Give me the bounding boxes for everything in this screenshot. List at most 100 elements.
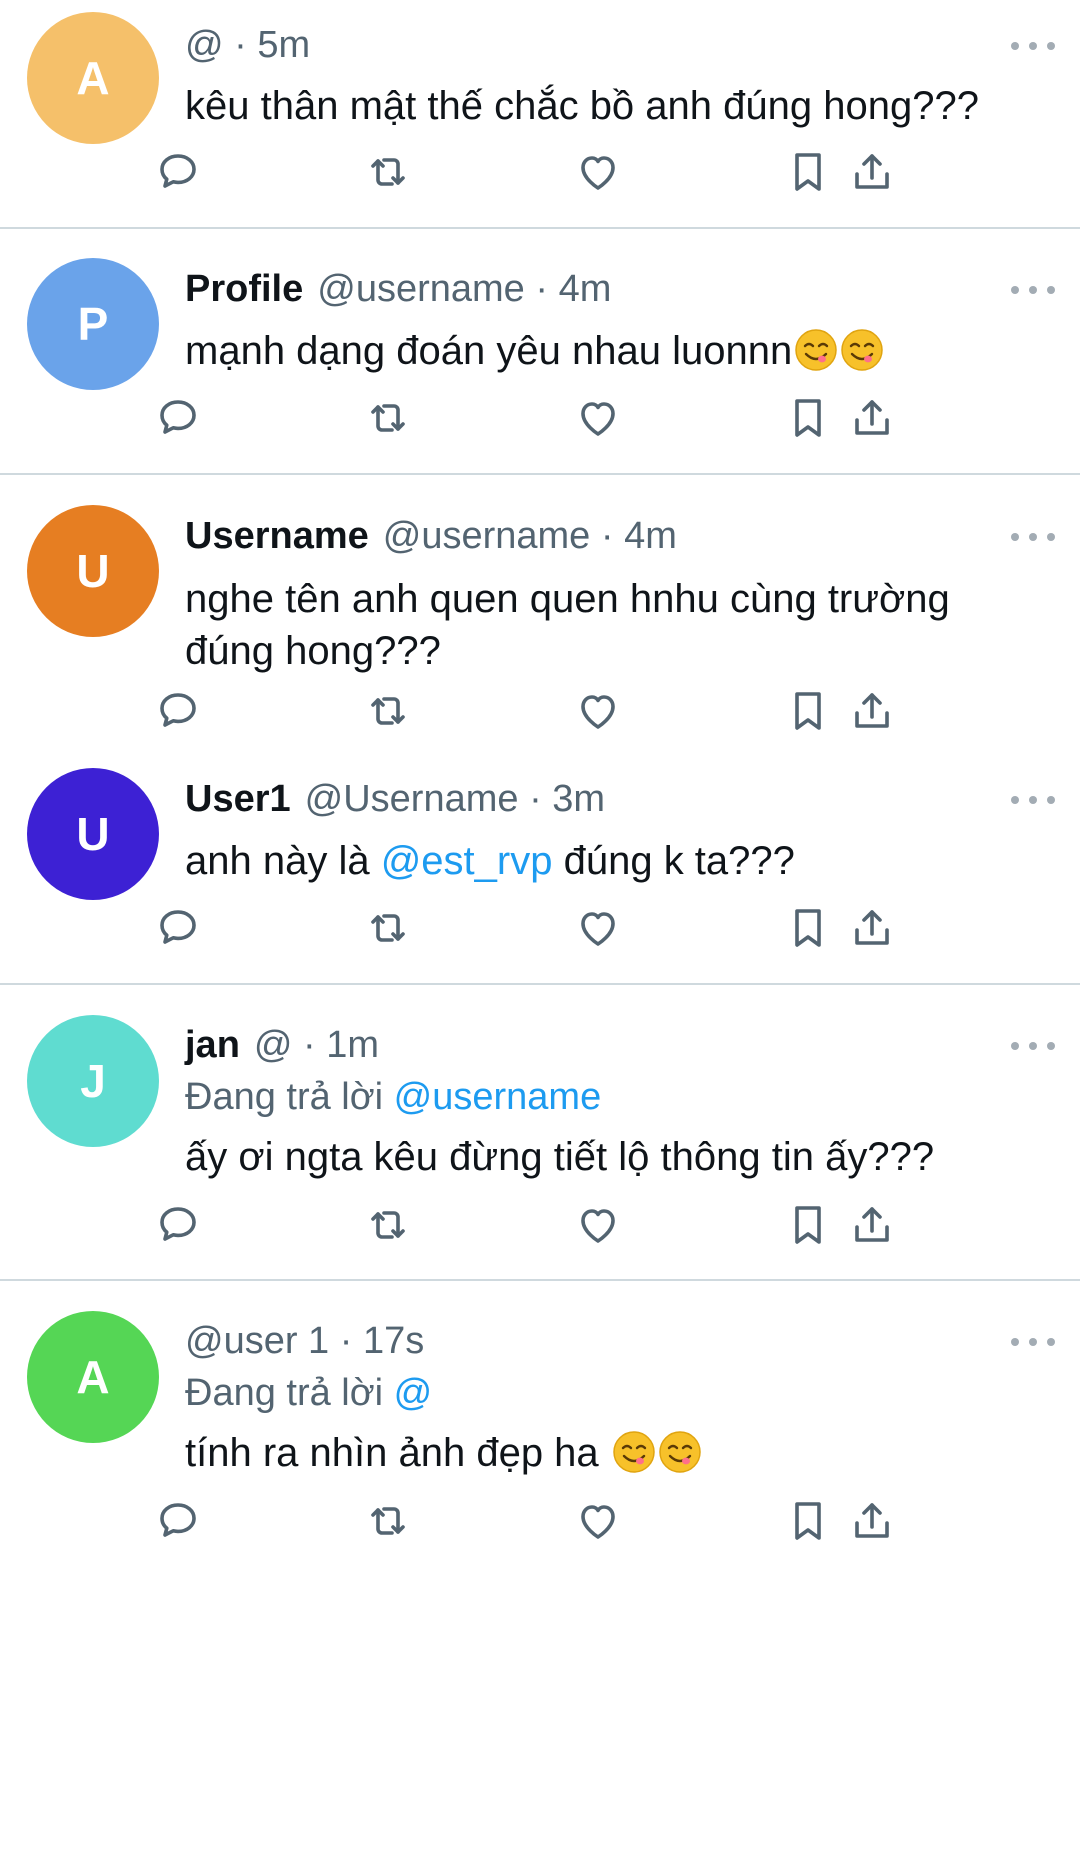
tweet-actions: [0, 683, 1080, 739]
retweet-icon[interactable]: [360, 1493, 416, 1549]
reply-icon[interactable]: [150, 390, 206, 446]
like-icon[interactable]: [570, 900, 626, 956]
tweet-actions: [0, 1493, 1080, 1549]
tweet-text: tính ra nhìn ảnh đẹp ha: [185, 1427, 1045, 1479]
timestamp[interactable]: 1m: [326, 1024, 379, 1066]
avatar-letter: J: [80, 1055, 106, 1107]
tweet-actions: [0, 144, 1080, 200]
tweet-text: anh này là @est_rvp đúng k ta???: [185, 835, 1045, 887]
reply-handle-link[interactable]: @username: [394, 1076, 602, 1118]
more-icon[interactable]: [1011, 36, 1055, 56]
bookmark-icon[interactable]: [780, 390, 836, 446]
share-icon[interactable]: [844, 1197, 900, 1253]
bookmark-icon[interactable]: [780, 144, 836, 200]
retweet-icon[interactable]: [360, 1197, 416, 1253]
timestamp[interactable]: 5m: [257, 24, 310, 66]
tweet-actions: [0, 1197, 1080, 1253]
avatar-letter: A: [76, 1351, 110, 1403]
avatar[interactable]: P: [27, 258, 159, 390]
mention-link[interactable]: @est_rvp: [381, 839, 553, 883]
bookmark-icon[interactable]: [780, 900, 836, 956]
reply-icon[interactable]: [150, 900, 206, 956]
bookmark-icon[interactable]: [780, 683, 836, 739]
more-icon[interactable]: [1011, 1332, 1055, 1352]
separator: ·: [535, 268, 549, 310]
handle[interactable]: @: [185, 24, 224, 66]
like-icon[interactable]: [570, 1197, 626, 1253]
like-icon[interactable]: [570, 390, 626, 446]
divider: [0, 473, 1080, 475]
divider: [0, 1279, 1080, 1281]
tweet-text-body: tính ra nhìn ảnh đẹp ha: [185, 1431, 610, 1475]
tweet-header: Username @username · 4m: [185, 513, 677, 559]
like-icon[interactable]: [570, 144, 626, 200]
smiling-face-emoji-icon: [840, 328, 884, 372]
tweet-header: @user 1 · 17s: [185, 1318, 424, 1364]
separator: ·: [339, 1320, 353, 1362]
smiling-face-emoji-icon: [658, 1430, 702, 1474]
reply-icon[interactable]: [150, 144, 206, 200]
avatar-letter: P: [77, 298, 109, 350]
replying-to: Đang trả lời @username: [185, 1074, 601, 1120]
timestamp[interactable]: 4m: [559, 268, 612, 310]
avatar[interactable]: U: [27, 505, 159, 637]
timestamp[interactable]: 4m: [624, 515, 677, 557]
share-icon[interactable]: [844, 390, 900, 446]
reply-prefix: Đang trả lời: [185, 1372, 384, 1414]
avatar[interactable]: U: [27, 768, 159, 900]
retweet-icon[interactable]: [360, 683, 416, 739]
avatar[interactable]: J: [27, 1015, 159, 1147]
retweet-icon[interactable]: [360, 900, 416, 956]
handle[interactable]: @username: [317, 268, 525, 310]
share-icon[interactable]: [844, 900, 900, 956]
handle[interactable]: @: [254, 1024, 293, 1066]
retweet-icon[interactable]: [360, 390, 416, 446]
display-name[interactable]: jan: [185, 1024, 240, 1066]
more-icon[interactable]: [1011, 280, 1055, 300]
like-icon[interactable]: [570, 683, 626, 739]
reply-icon[interactable]: [150, 683, 206, 739]
tweet-header: User1 @Username · 3m: [185, 776, 605, 822]
reply-icon[interactable]: [150, 1493, 206, 1549]
tweet-actions: [0, 390, 1080, 446]
separator: ·: [303, 1024, 316, 1066]
share-icon[interactable]: [844, 683, 900, 739]
avatar[interactable]: A: [27, 1311, 159, 1443]
tweet-header: jan @ · 1m: [185, 1022, 379, 1068]
handle[interactable]: @username: [383, 515, 591, 557]
avatar[interactable]: A: [27, 12, 159, 144]
more-icon[interactable]: [1011, 1036, 1055, 1056]
timestamp[interactable]: 3m: [552, 778, 605, 820]
tweet-text: nghe tên anh quen quen hnhu cùng trường …: [185, 573, 1045, 677]
share-icon[interactable]: [844, 144, 900, 200]
retweet-icon[interactable]: [360, 144, 416, 200]
separator: ·: [600, 515, 614, 557]
divider: [0, 227, 1080, 229]
tweet-text-body: anh này là: [185, 839, 381, 883]
display-name[interactable]: Username: [185, 515, 369, 557]
separator: ·: [234, 24, 247, 66]
reply-handle-link[interactable]: @: [394, 1372, 433, 1414]
tweet-text-body: ấy ơi ngta kêu đừng tiết lộ thông tin ấy…: [185, 1135, 935, 1179]
reply-icon[interactable]: [150, 1197, 206, 1253]
tweet-text-body: kêu thân mật thế chắc bồ anh đúng hong??…: [185, 84, 979, 128]
tweet-text: ấy ơi ngta kêu đừng tiết lộ thông tin ấy…: [185, 1131, 1045, 1183]
handle[interactable]: @Username: [305, 778, 519, 820]
more-icon[interactable]: [1011, 527, 1055, 547]
avatar-letter: U: [76, 808, 110, 860]
bookmark-icon[interactable]: [780, 1197, 836, 1253]
bookmark-icon[interactable]: [780, 1493, 836, 1549]
timestamp[interactable]: 17s: [363, 1320, 424, 1362]
avatar-letter: A: [76, 52, 110, 104]
tweet-text-tail: đúng k ta???: [552, 839, 795, 883]
like-icon[interactable]: [570, 1493, 626, 1549]
handle[interactable]: @user 1: [185, 1320, 329, 1362]
avatar-letter: U: [76, 545, 110, 597]
share-icon[interactable]: [844, 1493, 900, 1549]
replying-to: Đang trả lời @: [185, 1370, 432, 1416]
smiling-face-emoji-icon: [794, 328, 838, 372]
display-name[interactable]: Profile: [185, 268, 303, 310]
more-icon[interactable]: [1011, 790, 1055, 810]
display-name[interactable]: User1: [185, 778, 291, 820]
tweet-header: @ · 5m: [185, 22, 310, 68]
